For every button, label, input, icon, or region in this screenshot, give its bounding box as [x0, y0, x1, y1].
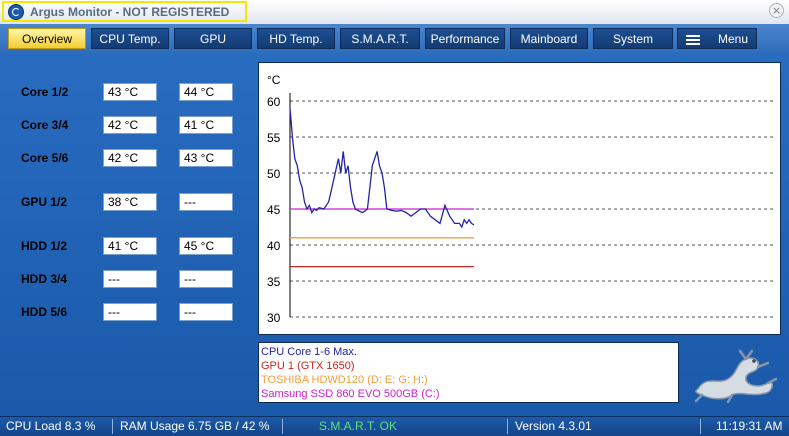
sensor-value-core-4: 41 °C: [179, 116, 233, 134]
sensor-value-core-5: 42 °C: [103, 149, 157, 167]
tab-mainboard[interactable]: Mainboard: [510, 28, 588, 49]
sensor-value-hdd-3: ---: [103, 270, 157, 288]
tab-performance[interactable]: Performance: [425, 28, 505, 49]
title-bar: Argus Monitor - NOT REGISTERED ×: [0, 0, 789, 24]
sensor-label-gpu-1-2: GPU 1/2: [21, 195, 68, 209]
sensor-label-core-5-6: Core 5/6: [21, 151, 69, 165]
sensor-label-core-1-2: Core 1/2: [21, 85, 69, 99]
tab-bar: Overview CPU Temp. GPU HD Temp. S.M.A.R.…: [0, 24, 789, 54]
tab-smart[interactable]: S.M.A.R.T.: [340, 28, 420, 49]
y-tick-label: 30: [267, 311, 281, 325]
y-tick-label: 35: [267, 275, 281, 289]
legend-item-samsung-ssd: Samsung SSD 860 EVO 500GB (C:): [261, 388, 440, 400]
sensor-label-hdd-3-4: HDD 3/4: [21, 272, 68, 286]
status-bar: CPU Load 8.3 % RAM Usage 6.75 GB / 42 % …: [0, 416, 789, 436]
tab-cpu-temp[interactable]: CPU Temp.: [91, 28, 169, 49]
legend-item-cpu: CPU Core 1-6 Max.: [261, 346, 357, 358]
argus-monitor-window: Argus Monitor - NOT REGISTERED × Overvie…: [0, 0, 789, 436]
sensor-value-core-1: 43 °C: [103, 83, 157, 101]
sensor-label-hdd-5-6: HDD 5/6: [21, 305, 68, 319]
close-button[interactable]: ×: [769, 3, 784, 18]
tab-menu[interactable]: Menu: [677, 28, 757, 49]
status-separator: [112, 419, 113, 434]
status-separator: [282, 419, 283, 434]
status-time: 11:19:31 AM: [716, 419, 783, 433]
sensor-value-core-6: 43 °C: [179, 149, 233, 167]
gecko-logo-icon: [694, 349, 778, 403]
sensor-value-core-2: 44 °C: [179, 83, 233, 101]
sensor-value-gpu-2: ---: [179, 193, 233, 211]
menu-label: Menu: [717, 32, 749, 46]
hamburger-icon: [685, 34, 700, 45]
sensor-value-hdd-6: ---: [179, 303, 233, 321]
sensor-value-hdd-4: ---: [179, 270, 233, 288]
legend-item-gpu: GPU 1 (GTX 1650): [261, 360, 355, 372]
y-unit-label: °C: [267, 73, 281, 87]
tab-gpu[interactable]: GPU: [174, 28, 252, 49]
status-version: Version 4.3.01: [515, 419, 592, 433]
y-tick-label: 60: [267, 95, 281, 109]
tab-overview[interactable]: Overview: [8, 28, 86, 49]
title-highlight: Argus Monitor - NOT REGISTERED: [2, 1, 247, 22]
y-tick-label: 50: [267, 167, 281, 181]
status-cpu-load: CPU Load 8.3 %: [6, 419, 96, 433]
sensor-label-core-3-4: Core 3/4: [21, 118, 69, 132]
argus-app-icon: [8, 3, 24, 20]
sensor-value-core-3: 42 °C: [103, 116, 157, 134]
y-tick-label: 45: [267, 203, 281, 217]
window-title: Argus Monitor - NOT REGISTERED: [30, 4, 230, 19]
sensor-value-hdd-5: ---: [103, 303, 157, 321]
sensor-label-hdd-1-2: HDD 1/2: [21, 239, 68, 253]
tab-hd-temp[interactable]: HD Temp.: [257, 28, 335, 49]
chart-legend: CPU Core 1-6 Max. GPU 1 (GTX 1650) TOSHI…: [258, 342, 679, 403]
y-tick-label: 40: [267, 239, 281, 253]
status-separator: [507, 419, 508, 434]
temperature-chart-svg: °C 60 55 50 45 40 35 30: [267, 73, 774, 325]
status-smart: S.M.A.R.T. OK: [319, 419, 398, 433]
sensor-value-hdd-1: 41 °C: [103, 237, 157, 255]
status-ram-usage: RAM Usage 6.75 GB / 42 %: [120, 419, 270, 433]
tab-system[interactable]: System: [593, 28, 673, 49]
status-separator: [700, 419, 701, 434]
sensor-value-gpu-1: 38 °C: [103, 193, 157, 211]
y-tick-label: 55: [267, 131, 281, 145]
sensor-value-hdd-2: 45 °C: [179, 237, 233, 255]
temperature-chart: °C 60 55 50 45 40 35 30: [258, 62, 781, 335]
legend-item-toshiba-hdd: TOSHIBA HDWD120 (D: E: G: H:): [261, 374, 428, 386]
